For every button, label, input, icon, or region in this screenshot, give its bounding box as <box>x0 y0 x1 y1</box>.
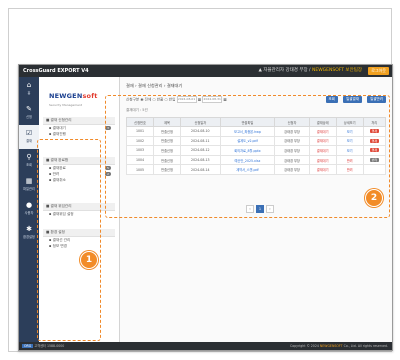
app-title: CrossGuard EXPORT V4 <box>23 68 89 74</box>
nav-request[interactable]: ✎ 신청 <box>19 101 39 125</box>
home-icon: ⌂ <box>26 81 32 89</box>
nav-home[interactable]: ⌂ 홈 <box>19 77 39 101</box>
copyright: Copyright © 2024 NEWGENSOFT Co., Ltd. Al… <box>289 344 388 348</box>
user-icon: ● <box>25 201 33 209</box>
pencil-icon: ✎ <box>26 105 32 113</box>
icon-navigation: ⌂ 홈 ✎ 신청 ☑ 결재 ⚲ 조회 ▦ 파일관리 ● 사용자 ✱ 환경설정 <box>19 77 39 342</box>
nav-settings[interactable]: ✱ 환경설정 <box>19 221 39 245</box>
callout-number-1: 1 <box>80 251 98 269</box>
status-bar: ORG 고객센터 1588-0000 Copyright © 2024 NEWG… <box>19 342 392 350</box>
approval-icon: ☑ <box>25 129 33 137</box>
callout-box-sidebar <box>37 139 101 341</box>
callout-box-content <box>105 95 390 218</box>
callout-number-2: 2 <box>365 189 383 207</box>
breadcrumb: 결재 › 결재 신청관리 › 결재대기 <box>126 83 183 88</box>
support-info: ORG 고객센터 1588-0000 <box>22 344 65 348</box>
company-logo: NEWGENsoft Security Management <box>49 92 98 107</box>
nav-approval[interactable]: ☑ 결재 <box>19 125 39 149</box>
grid-icon: ▦ <box>25 177 33 185</box>
gear-icon: ✱ <box>26 225 32 233</box>
logout-button[interactable]: 로그아웃 <box>368 67 389 75</box>
title-bar: CrossGuard EXPORT V4 ▲ 자율관리자 강태경 부장 / NE… <box>19 65 392 77</box>
user-info: ▲ 자율관리자 강태경 부장 / NEWGENSOFT 보안팀장 <box>258 68 362 73</box>
nav-search[interactable]: ⚲ 조회 <box>19 149 39 173</box>
nav-files[interactable]: ▦ 파일관리 <box>19 173 39 197</box>
nav-user[interactable]: ● 사용자 <box>19 197 39 221</box>
search-icon: ⚲ <box>26 153 32 161</box>
